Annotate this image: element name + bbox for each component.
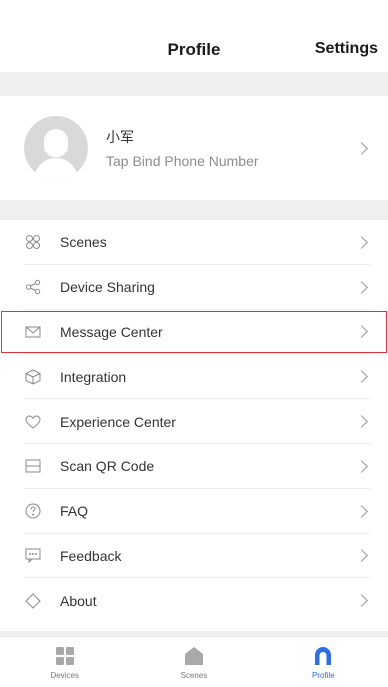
menu-item-integration[interactable]: Integration bbox=[0, 354, 388, 399]
chevron-right-icon bbox=[355, 325, 368, 339]
chevron-right-icon bbox=[355, 280, 368, 294]
share-icon bbox=[24, 278, 42, 296]
chevron-right-icon bbox=[355, 370, 368, 384]
menu-item-device-sharing[interactable]: Device Sharing bbox=[0, 265, 388, 310]
menu-item-about[interactable]: About bbox=[0, 578, 388, 623]
menu-item-label: About bbox=[60, 592, 97, 609]
chevron-right-icon bbox=[355, 549, 368, 563]
status-bar bbox=[0, 0, 388, 22]
menu-item-label: Scan QR Code bbox=[60, 458, 155, 475]
menu-item-scenes[interactable]: Scenes bbox=[0, 220, 388, 265]
chat-icon bbox=[24, 547, 42, 565]
menu-item-label: Integration bbox=[60, 368, 127, 385]
menu-item-feedback[interactable]: Feedback bbox=[0, 534, 388, 579]
menu-item-faq[interactable]: FAQ bbox=[0, 489, 388, 534]
scenes-icon bbox=[24, 233, 42, 251]
tab-profile[interactable]: Profile bbox=[259, 637, 388, 687]
menu-item-experience-center[interactable]: Experience Center bbox=[0, 399, 388, 444]
chevron-right-icon bbox=[355, 236, 368, 249]
chevron-right-icon bbox=[355, 141, 368, 155]
profile-card[interactable]: 小军 Tap Bind Phone Number bbox=[0, 96, 388, 200]
settings-button[interactable]: Settings bbox=[315, 40, 378, 58]
chevron-right-icon bbox=[355, 460, 368, 473]
tab-label: Scenes bbox=[180, 671, 208, 680]
chevron-right-icon bbox=[355, 504, 368, 518]
diamond-icon bbox=[24, 592, 42, 610]
menu-item-label: Experience Center bbox=[60, 413, 176, 430]
header: Profile Settings bbox=[0, 22, 388, 72]
grid-icon bbox=[53, 644, 77, 668]
profile-name: 小军 bbox=[106, 129, 134, 145]
menu-list: Scenes Device Sharing Message Center Int… bbox=[0, 220, 388, 623]
menu-item-label: Device Sharing bbox=[60, 279, 155, 296]
section-separator bbox=[0, 200, 388, 220]
cube-icon bbox=[24, 368, 42, 386]
scan-icon bbox=[24, 457, 42, 475]
chevron-right-icon bbox=[355, 594, 368, 608]
tab-scenes[interactable]: Scenes bbox=[129, 637, 258, 687]
avatar bbox=[24, 116, 88, 180]
section-separator bbox=[0, 72, 388, 96]
chevron-right-icon bbox=[355, 415, 368, 428]
tab-bar: Devices Scenes Profile bbox=[0, 636, 388, 687]
menu-item-label: Scenes bbox=[60, 234, 107, 251]
tab-label: Profile bbox=[311, 671, 335, 680]
home-icon bbox=[182, 644, 206, 668]
profile-icon bbox=[311, 644, 335, 668]
question-icon bbox=[24, 502, 42, 520]
heart-icon bbox=[24, 413, 42, 431]
menu-item-label: Feedback bbox=[60, 547, 122, 564]
menu-item-label: Message Center bbox=[60, 323, 163, 340]
bind-phone-prompt: Tap Bind Phone Number bbox=[106, 153, 259, 169]
menu-item-scan-qr-code[interactable]: Scan QR Code bbox=[0, 444, 388, 489]
tab-devices[interactable]: Devices bbox=[0, 637, 129, 687]
tab-label: Devices bbox=[50, 671, 79, 680]
envelope-icon bbox=[24, 323, 42, 341]
menu-item-message-center[interactable]: Message Center bbox=[0, 310, 388, 355]
menu-item-label: FAQ bbox=[60, 503, 89, 520]
